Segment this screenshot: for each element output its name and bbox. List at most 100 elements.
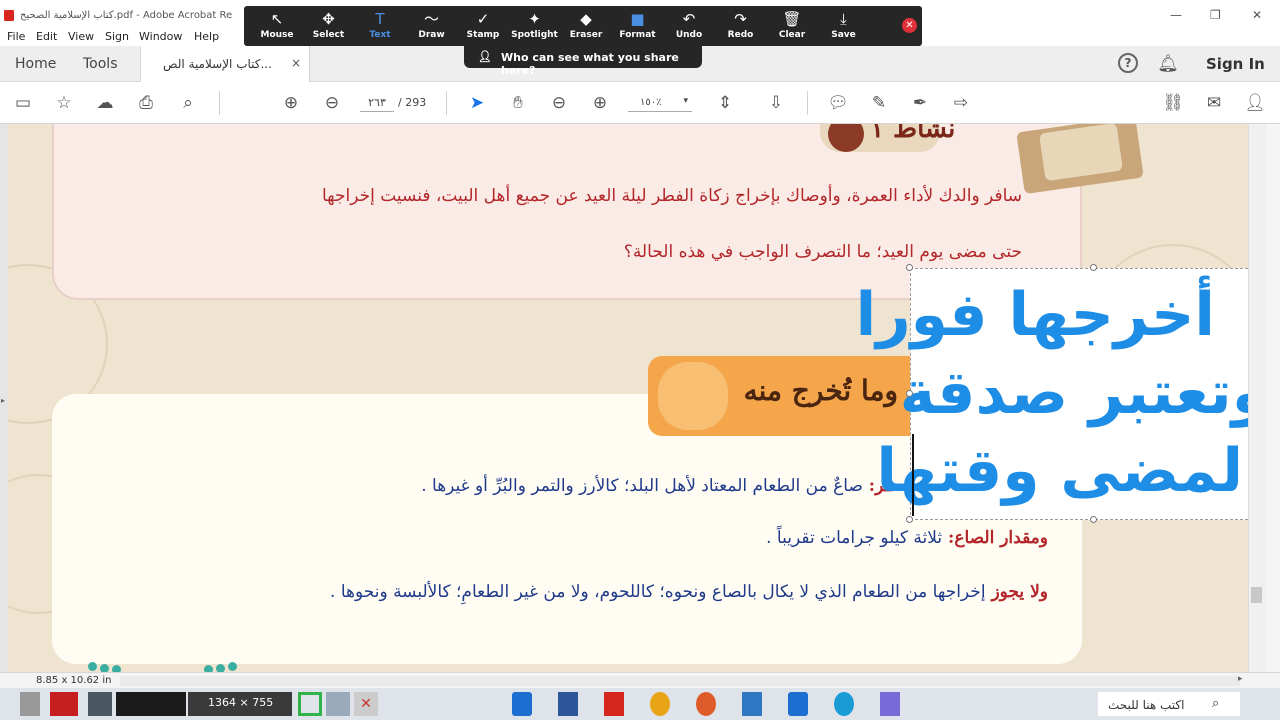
menu-help[interactable]: Help bbox=[194, 30, 219, 43]
zoom-select[interactable]: ١٥٠٪ ▾ bbox=[628, 94, 692, 112]
expand-panel-icon[interactable]: ▸ bbox=[1, 396, 5, 405]
scroll-right-icon[interactable]: ▸ bbox=[1238, 674, 1243, 684]
app-icon[interactable] bbox=[880, 692, 900, 716]
bell-icon[interactable]: 🔔︎ bbox=[1157, 53, 1179, 75]
camera-icon[interactable] bbox=[88, 692, 112, 716]
print-icon[interactable]: ⎙ bbox=[135, 92, 157, 114]
scroll-mode-icon[interactable]: ⇩ bbox=[765, 92, 787, 114]
text-annotation-box[interactable]: أخرجها فورا وتعتبر صدقة لمضى وقتها bbox=[856, 268, 1278, 520]
task-view-icon[interactable] bbox=[20, 692, 40, 716]
record-icon[interactable] bbox=[50, 692, 78, 716]
app-icon[interactable] bbox=[742, 692, 762, 716]
fill-sign-icon[interactable]: ⇨ bbox=[950, 92, 972, 114]
page-down-icon[interactable]: ⊖ bbox=[321, 92, 343, 114]
resize-handle[interactable] bbox=[1090, 516, 1097, 523]
timer-display bbox=[116, 692, 186, 716]
tab-document[interactable]: كتاب الإسلامية الص... × bbox=[140, 46, 310, 82]
recorder-app-icon[interactable] bbox=[696, 692, 716, 716]
save-icon[interactable]: ▭ bbox=[12, 92, 34, 114]
text-icon: T bbox=[375, 10, 385, 28]
share-user-icon[interactable]: 👤︎ bbox=[1244, 92, 1266, 114]
zoom-app-icon[interactable] bbox=[788, 692, 808, 716]
highlight-pen-icon[interactable]: ✎ bbox=[868, 92, 890, 114]
menu-edit[interactable]: Edit bbox=[36, 30, 57, 43]
share-tool-stamp[interactable]: ✓ Stamp bbox=[458, 6, 508, 46]
zoom-search-icon[interactable]: ⌕ bbox=[177, 92, 199, 114]
decorative-dot bbox=[100, 664, 109, 672]
left-panel-strip[interactable]: ▸ bbox=[0, 124, 8, 672]
scrollbar-thumb[interactable] bbox=[1251, 587, 1262, 603]
zoom-in-icon[interactable]: ⊕ bbox=[589, 92, 611, 114]
share-tool-text[interactable]: T Text bbox=[355, 6, 405, 46]
annotation-line-2[interactable]: وتعتبر صدقة bbox=[900, 359, 1269, 427]
question-line-1: سافر والدك لأداء العمرة، وأوصاك بإخراج ز… bbox=[321, 186, 1022, 206]
hand-tool-icon[interactable]: ✋︎ bbox=[507, 92, 529, 114]
share-tool-label: Spotlight bbox=[511, 30, 558, 40]
stamp-icon: ✓ bbox=[476, 10, 490, 28]
upload-cloud-icon[interactable]: ☁ bbox=[94, 92, 116, 114]
maximize-button[interactable]: ❐ bbox=[1210, 8, 1221, 22]
share-tool-mouse[interactable]: ↖ Mouse bbox=[252, 6, 302, 46]
share-tool-label: Eraser bbox=[569, 30, 603, 40]
close-window-button[interactable]: ✕ bbox=[1252, 8, 1262, 22]
content-line-2-text: ثلاثة كيلو جرامات تقريباً . bbox=[766, 528, 943, 548]
menu-window[interactable]: Window bbox=[139, 30, 182, 43]
close-share-toolbar-icon[interactable]: ✕ bbox=[902, 18, 917, 33]
capture-region-icon[interactable] bbox=[298, 692, 322, 716]
edge-app-icon[interactable] bbox=[834, 692, 854, 716]
share-tool-label: Clear bbox=[778, 30, 806, 40]
close-capture-icon[interactable]: ✕ bbox=[354, 692, 378, 716]
minimize-button[interactable]: — bbox=[1170, 8, 1182, 22]
content-line-1-text: صاعٌ من الطعام المعتاد لأهل البلد؛ كالأر… bbox=[421, 476, 863, 496]
annotation-line-1[interactable]: أخرجها فورا bbox=[856, 281, 1215, 349]
page-number-input[interactable]: ٢٦٣ bbox=[360, 94, 394, 112]
bookmark-star-icon[interactable]: ☆ bbox=[53, 92, 75, 114]
link-icon[interactable]: ⛓ bbox=[1162, 92, 1184, 114]
share-tool-undo[interactable]: ↶ Undo bbox=[664, 6, 714, 46]
sign-in-button[interactable]: Sign In bbox=[1206, 55, 1265, 73]
content-line-3-bold: ولا يجوز bbox=[985, 582, 1048, 602]
close-tab-icon[interactable]: × bbox=[291, 56, 301, 70]
share-tool-draw[interactable]: 〜 Draw bbox=[407, 6, 457, 46]
decorative-dot bbox=[228, 662, 237, 671]
share-tool-format[interactable]: ■ Format bbox=[613, 6, 663, 46]
horizontal-scrollbar[interactable] bbox=[120, 676, 1240, 686]
text-caret bbox=[912, 434, 914, 516]
share-tool-eraser[interactable]: ◆ Eraser bbox=[561, 6, 611, 46]
annotation-line-3[interactable]: لمضى وقتها bbox=[876, 437, 1243, 505]
share-visibility-pill[interactable]: 👤︎ Who can see what you share here? bbox=[464, 46, 702, 77]
fit-page-icon[interactable]: ⇕ bbox=[714, 92, 736, 114]
chrome-app-icon[interactable] bbox=[650, 692, 670, 716]
menu-file[interactable]: File bbox=[7, 30, 25, 43]
share-tool-save[interactable]: ⤓ Save bbox=[819, 6, 869, 46]
resize-handle[interactable] bbox=[906, 264, 913, 271]
help-icon[interactable]: ? bbox=[1118, 53, 1138, 73]
page-total: / 293 bbox=[398, 96, 427, 109]
content-line-3: ولا يجوز إخراجها من الطعام الذي لا يكال … bbox=[330, 582, 1048, 602]
email-icon[interactable]: ✉ bbox=[1203, 92, 1225, 114]
menu-sign[interactable]: Sign bbox=[105, 30, 129, 43]
resize-handle[interactable] bbox=[906, 390, 913, 397]
share-tool-select[interactable]: ✥ Select bbox=[304, 6, 354, 46]
search-icon: ⌕ bbox=[1212, 696, 1220, 711]
share-tool-spotlight[interactable]: ✦ Spotlight bbox=[510, 6, 560, 46]
resize-handle[interactable] bbox=[1090, 264, 1097, 271]
tab-tools[interactable]: Tools bbox=[83, 56, 118, 72]
zoom-app-icon[interactable] bbox=[512, 692, 532, 716]
menu-view[interactable]: View bbox=[68, 30, 94, 43]
select-cursor-icon[interactable]: ➤ bbox=[466, 92, 488, 114]
zoom-out-icon[interactable]: ⊖ bbox=[548, 92, 570, 114]
resize-handle[interactable] bbox=[906, 516, 913, 523]
window-title: كتاب الإسلامية الصحيح.pdf - Adobe Acroba… bbox=[20, 10, 233, 21]
content-line-1: طر: صاعٌ من الطعام المعتاد لأهل البلد؛ ك… bbox=[421, 476, 898, 496]
share-tool-clear[interactable]: 🗑 Clear bbox=[767, 6, 817, 46]
share-tool-redo[interactable]: ↷ Redo bbox=[716, 6, 766, 46]
comment-icon[interactable]: 💬︎ bbox=[827, 92, 849, 114]
page-up-icon[interactable]: ⊕ bbox=[280, 92, 302, 114]
word-app-icon[interactable] bbox=[558, 692, 578, 716]
tab-home[interactable]: Home bbox=[15, 56, 56, 72]
minimize-capture-icon[interactable] bbox=[326, 692, 350, 716]
taskbar-search-placeholder: اكتب هنا للبحث bbox=[1108, 698, 1185, 712]
sign-icon[interactable]: ✒ bbox=[909, 92, 931, 114]
acrobat-app-icon[interactable] bbox=[604, 692, 624, 716]
